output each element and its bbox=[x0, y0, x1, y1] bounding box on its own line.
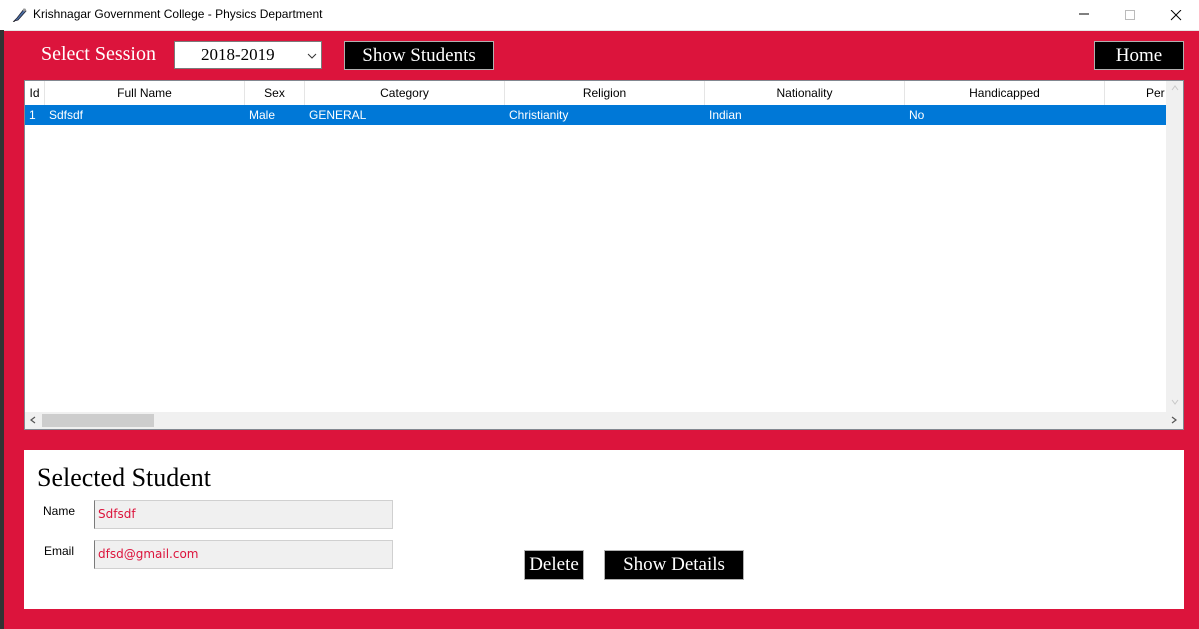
scroll-up-button[interactable] bbox=[1166, 81, 1183, 98]
vertical-scrollbar[interactable] bbox=[1166, 81, 1183, 412]
home-button[interactable]: Home bbox=[1094, 41, 1184, 70]
cell-id: 1 bbox=[29, 108, 36, 122]
horizontal-scroll-thumb[interactable] bbox=[42, 414, 154, 427]
column-header-category[interactable]: Category bbox=[305, 81, 505, 105]
column-header-sex[interactable]: Sex bbox=[245, 81, 305, 105]
chevron-down-icon bbox=[307, 53, 317, 59]
cell-category: GENERAL bbox=[309, 108, 367, 122]
session-dropdown-value: 2018-2019 bbox=[201, 45, 275, 64]
show-students-button[interactable]: Show Students bbox=[344, 41, 494, 70]
pen-icon bbox=[11, 6, 29, 24]
column-header-nationality[interactable]: Nationality bbox=[705, 81, 905, 105]
chevron-left-icon bbox=[30, 416, 36, 424]
column-header-full-name[interactable]: Full Name bbox=[45, 81, 245, 105]
email-field[interactable]: dfsd@gmail.com bbox=[94, 540, 393, 569]
chevron-right-icon bbox=[1171, 416, 1177, 424]
column-header-handicapped[interactable]: Handicapped bbox=[905, 81, 1105, 105]
table-row[interactable]: 1 Sdfsdf Male GENERAL Christianity India… bbox=[25, 105, 1168, 125]
scroll-left-button[interactable] bbox=[25, 412, 42, 429]
name-field[interactable]: Sdfsdf bbox=[94, 500, 393, 529]
minimize-button[interactable] bbox=[1061, 0, 1107, 30]
cell-sex: Male bbox=[249, 108, 276, 122]
cell-religion: Christianity bbox=[509, 108, 569, 122]
scroll-down-button[interactable] bbox=[1166, 395, 1183, 412]
session-dropdown[interactable]: 2018-2019 bbox=[174, 41, 322, 69]
title-bar: Krishnagar Government College - Physics … bbox=[0, 0, 1199, 31]
cell-handicapped: No bbox=[909, 108, 925, 122]
cell-full-name: Sdfsdf bbox=[49, 108, 84, 122]
selected-student-panel: Selected Student Name Sdfsdf Email dfsd@… bbox=[24, 450, 1184, 609]
horizontal-scrollbar[interactable] bbox=[25, 412, 1183, 429]
chevron-up-icon bbox=[1171, 85, 1179, 91]
window-title: Krishnagar Government College - Physics … bbox=[33, 7, 323, 21]
column-header-per[interactable]: Per bbox=[1105, 81, 1168, 105]
window-edge bbox=[0, 30, 4, 629]
close-button[interactable] bbox=[1153, 0, 1199, 30]
column-header-religion[interactable]: Religion bbox=[505, 81, 705, 105]
close-icon bbox=[1170, 10, 1182, 21]
column-header-id[interactable]: Id bbox=[25, 81, 45, 105]
scroll-right-button[interactable] bbox=[1166, 412, 1183, 429]
name-label: Name bbox=[43, 504, 76, 518]
panel-title: Selected Student bbox=[37, 463, 212, 492]
cell-per bbox=[1105, 105, 1168, 125]
maximize-icon bbox=[1125, 10, 1135, 20]
delete-button[interactable]: Delete bbox=[524, 550, 584, 580]
show-details-button[interactable]: Show Details bbox=[604, 550, 744, 580]
cell-nationality: Indian bbox=[709, 108, 742, 122]
email-label: Email bbox=[44, 544, 75, 558]
maximize-button[interactable] bbox=[1107, 0, 1153, 30]
table-header: Id Full Name Sex Category Religion Natio… bbox=[25, 81, 1168, 106]
chevron-down-icon bbox=[1171, 399, 1179, 405]
students-table[interactable]: Id Full Name Sex Category Religion Natio… bbox=[24, 80, 1184, 430]
select-session-label: Select Session bbox=[41, 43, 156, 65]
minimize-icon bbox=[1079, 13, 1089, 15]
